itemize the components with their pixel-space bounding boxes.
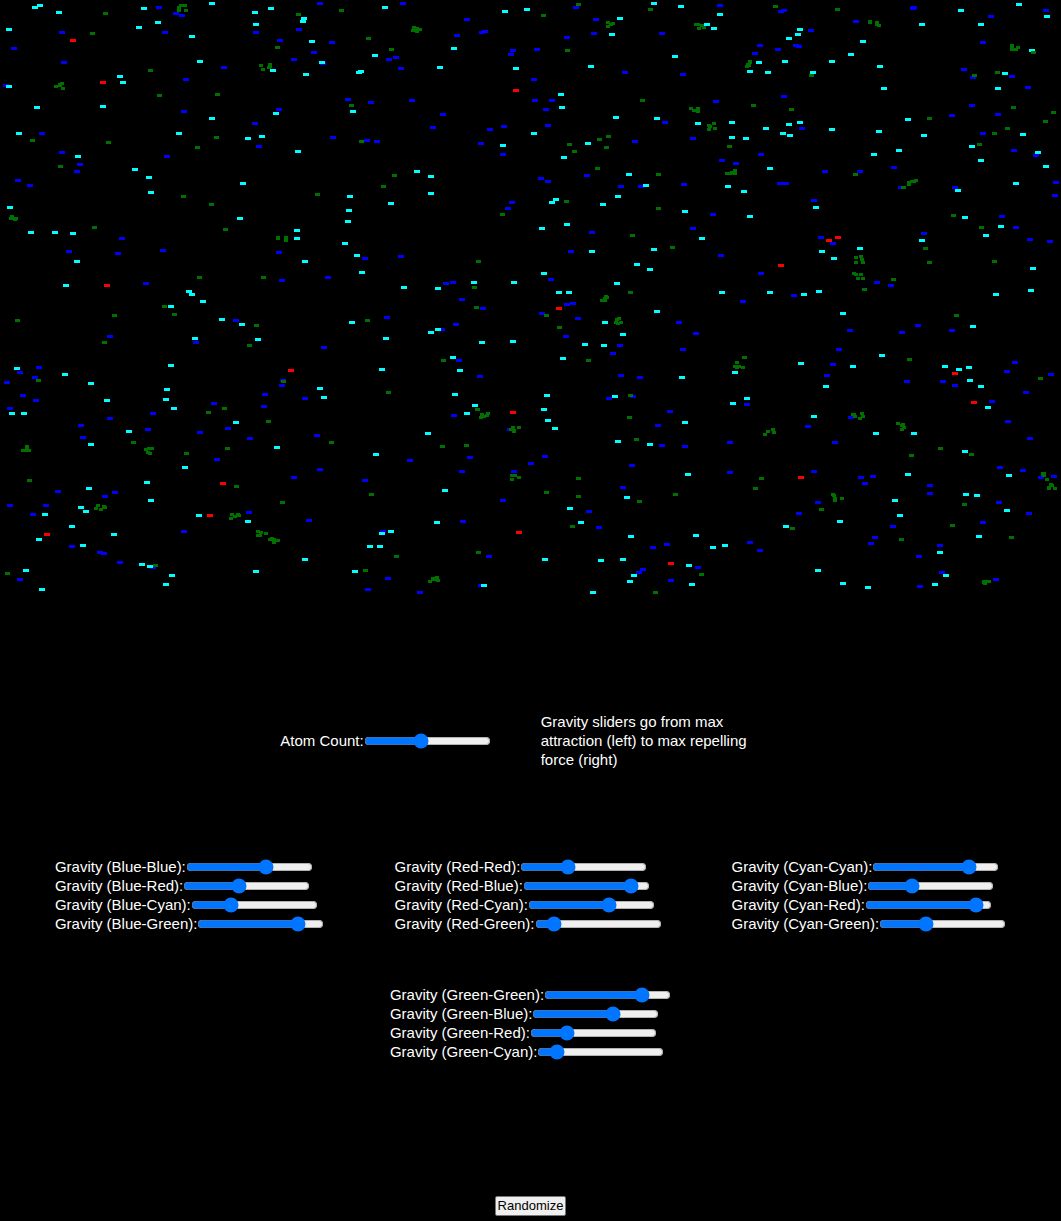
- gravity-slider[interactable]: [879, 916, 1006, 932]
- button-row: Randomize: [0, 1196, 1061, 1216]
- gravity-slider[interactable]: [532, 1006, 659, 1022]
- gravity-row: Gravity (Blue-Cyan):: [55, 895, 325, 914]
- gravity-slider[interactable]: [535, 916, 662, 932]
- gravity-slider[interactable]: [186, 859, 313, 875]
- gravity-label: Gravity (Red-Red):: [394, 857, 520, 876]
- gravity-group: Gravity (Green-Green):Gravity (Green-Blu…: [390, 985, 671, 1061]
- gravity-label: Gravity (Blue-Cyan):: [55, 895, 191, 914]
- gravity-row: Gravity (Cyan-Red):: [732, 895, 1007, 914]
- gravity-slider[interactable]: [867, 878, 994, 894]
- gravity-label: Gravity (Red-Green):: [394, 914, 534, 933]
- gravity-label: Gravity (Green-Blue):: [390, 1004, 533, 1023]
- gravity-label: Gravity (Blue-Blue):: [55, 857, 186, 876]
- gravity-label: Gravity (Red-Cyan):: [394, 895, 527, 914]
- gravity-label: Gravity (Green-Red):: [390, 1023, 530, 1042]
- atom-count-label: Atom Count:: [280, 731, 363, 750]
- atom-count-slider[interactable]: [364, 733, 491, 749]
- gravity-slider[interactable]: [865, 897, 992, 913]
- gravity-slider[interactable]: [183, 878, 310, 894]
- gravity-groups: Gravity (Blue-Blue):Gravity (Blue-Red):G…: [0, 857, 1061, 933]
- atom-count-row: Atom Count:: [280, 731, 490, 750]
- gravity-label: Gravity (Green-Green):: [390, 985, 544, 1004]
- gravity-group: Gravity (Blue-Blue):Gravity (Blue-Red):G…: [55, 857, 325, 933]
- gravity-note: Gravity sliders go from max attraction (…: [541, 712, 781, 769]
- gravity-slider[interactable]: [537, 1044, 664, 1060]
- gravity-row: Gravity (Red-Green):: [394, 914, 661, 933]
- gravity-label: Gravity (Cyan-Blue):: [732, 876, 868, 895]
- simulation-canvas: [0, 0, 1061, 660]
- gravity-label: Gravity (Blue-Red):: [55, 876, 183, 895]
- gravity-label: Gravity (Blue-Green):: [55, 914, 198, 933]
- gravity-label: Gravity (Green-Cyan):: [390, 1042, 538, 1061]
- randomize-button[interactable]: Randomize: [495, 1196, 567, 1216]
- gravity-slider[interactable]: [520, 859, 647, 875]
- gravity-row: Gravity (Green-Cyan):: [390, 1042, 671, 1061]
- gravity-row: Gravity (Red-Blue):: [394, 876, 661, 895]
- gravity-slider[interactable]: [872, 859, 999, 875]
- gravity-row: Gravity (Green-Green):: [390, 985, 671, 1004]
- gravity-label: Gravity (Cyan-Cyan):: [732, 857, 873, 876]
- gravity-row: Gravity (Blue-Green):: [55, 914, 325, 933]
- gravity-slider[interactable]: [197, 916, 324, 932]
- gravity-row: Gravity (Green-Red):: [390, 1023, 671, 1042]
- gravity-row: Gravity (Green-Blue):: [390, 1004, 671, 1023]
- gravity-row: Gravity (Cyan-Blue):: [732, 876, 1007, 895]
- gravity-groups: Gravity (Green-Green):Gravity (Green-Blu…: [0, 985, 1061, 1061]
- gravity-slider[interactable]: [544, 987, 671, 1003]
- gravity-row: Gravity (Cyan-Cyan):: [732, 857, 1007, 876]
- gravity-label: Gravity (Cyan-Green):: [732, 914, 880, 933]
- gravity-row: Gravity (Blue-Red):: [55, 876, 325, 895]
- gravity-row: Gravity (Blue-Blue):: [55, 857, 325, 876]
- gravity-slider[interactable]: [530, 1025, 657, 1041]
- atom-section: Atom Count: Gravity sliders go from max …: [0, 712, 1061, 769]
- gravity-group: Gravity (Cyan-Cyan):Gravity (Cyan-Blue):…: [732, 857, 1007, 933]
- gravity-label: Gravity (Red-Blue):: [394, 876, 522, 895]
- gravity-row: Gravity (Red-Cyan):: [394, 895, 661, 914]
- gravity-group: Gravity (Red-Red):Gravity (Red-Blue):Gra…: [394, 857, 661, 933]
- gravity-slider[interactable]: [528, 897, 655, 913]
- gravity-slider[interactable]: [191, 897, 318, 913]
- gravity-label: Gravity (Cyan-Red):: [732, 895, 865, 914]
- gravity-row: Gravity (Red-Red):: [394, 857, 661, 876]
- gravity-slider[interactable]: [523, 878, 650, 894]
- gravity-row: Gravity (Cyan-Green):: [732, 914, 1007, 933]
